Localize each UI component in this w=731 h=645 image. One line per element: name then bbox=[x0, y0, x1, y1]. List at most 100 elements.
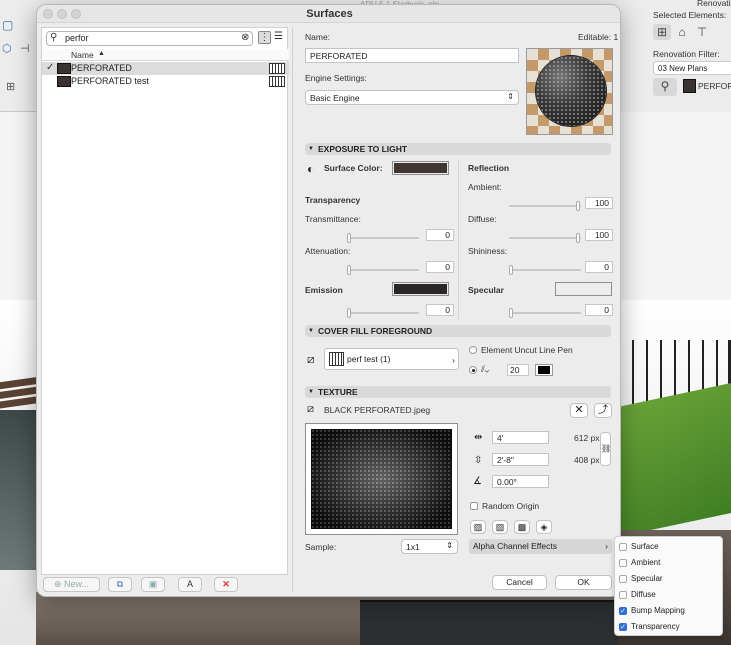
mirror-xy-icon[interactable]: ◈ bbox=[536, 520, 552, 534]
cover-fill-select[interactable]: perf test (1) › bbox=[324, 348, 459, 370]
import-icon[interactable]: ▣ bbox=[141, 577, 165, 592]
menu-item-specular[interactable]: Specular bbox=[619, 573, 719, 586]
surface-swatch bbox=[57, 63, 71, 74]
pen-number-field[interactable]: 20 bbox=[507, 364, 529, 376]
menu-checkbox[interactable] bbox=[619, 591, 627, 599]
attenuation-slider[interactable] bbox=[347, 265, 419, 275]
slider-knob[interactable] bbox=[509, 308, 513, 318]
list-item[interactable]: PERFORATED test bbox=[42, 75, 289, 88]
slider-knob[interactable] bbox=[576, 233, 580, 243]
tree-view-icon[interactable]: ⋮ bbox=[258, 31, 271, 44]
texture-height-field[interactable]: 2'-8" bbox=[492, 453, 549, 466]
pick-surface-icon[interactable]: ⚲ bbox=[653, 78, 677, 96]
menu-checkbox[interactable] bbox=[619, 575, 627, 583]
alpha-channel-menu: Surface Ambient Specular Diffuse Bump Ma… bbox=[614, 536, 723, 636]
slider-knob[interactable] bbox=[347, 233, 351, 243]
select-grid-icon[interactable]: ⊞ bbox=[653, 24, 671, 40]
specular-slider[interactable] bbox=[509, 308, 581, 318]
emission-slider[interactable] bbox=[347, 308, 419, 318]
ambient-slider[interactable] bbox=[509, 201, 581, 211]
cancel-button[interactable]: Cancel bbox=[492, 575, 547, 590]
slider-knob[interactable] bbox=[576, 201, 580, 211]
clear-search-icon[interactable]: ⊗ bbox=[241, 32, 249, 44]
ok-button[interactable]: OK bbox=[555, 575, 612, 590]
shininess-slider[interactable] bbox=[509, 265, 581, 275]
list-header[interactable]: Name ▲ bbox=[42, 49, 289, 61]
emission-color-swatch[interactable] bbox=[392, 282, 449, 296]
fill-pattern-icon bbox=[269, 76, 285, 87]
toolbar-box-icon[interactable]: ▢ bbox=[2, 18, 13, 32]
search-value: perfor bbox=[65, 33, 89, 43]
toolbar-grid-icon[interactable]: ⊞ bbox=[6, 80, 15, 93]
cover-fill-icon: ⧄ bbox=[307, 352, 315, 366]
list-item[interactable]: ✓ PERFORATED bbox=[42, 62, 289, 75]
menu-item-label: Diffuse bbox=[631, 590, 656, 599]
rename-button[interactable]: A bbox=[178, 577, 202, 592]
attenuation-field[interactable]: 0 bbox=[426, 261, 454, 273]
texture-angle-field[interactable]: 0.00° bbox=[492, 475, 549, 488]
shininess-field[interactable]: 0 bbox=[585, 261, 613, 273]
select-structure-icon[interactable]: ⊤ bbox=[693, 24, 711, 40]
menu-item-bump-mapping[interactable]: Bump Mapping bbox=[619, 605, 719, 618]
slider-knob[interactable] bbox=[347, 308, 351, 318]
menu-checkbox[interactable] bbox=[619, 543, 627, 551]
specular-field[interactable]: 0 bbox=[585, 304, 613, 316]
element-pen-radio[interactable] bbox=[469, 346, 477, 354]
menu-item-diffuse[interactable]: Diffuse bbox=[619, 589, 719, 602]
engine-settings-select[interactable]: Basic Engine ⇕ bbox=[305, 90, 519, 105]
diffuse-slider[interactable] bbox=[509, 233, 581, 243]
menu-item-surface[interactable]: Surface bbox=[619, 541, 719, 554]
transmittance-field[interactable]: 0 bbox=[426, 229, 454, 241]
transparency-label: Transparency bbox=[305, 195, 361, 205]
texture-width-field[interactable]: 4' bbox=[492, 431, 549, 444]
menu-item-ambient[interactable]: Ambient bbox=[619, 557, 719, 570]
renovation-filter-select[interactable]: 03 New Plans bbox=[653, 61, 731, 75]
left-toolbar: ▢ ⬡ ⊣ ⊞ bbox=[0, 14, 36, 104]
toolbar-stair-icon[interactable]: ⊣ bbox=[20, 42, 30, 55]
new-button[interactable]: ⊕ New... bbox=[43, 577, 100, 592]
mirror-y-icon[interactable]: ▩ bbox=[514, 520, 530, 534]
name-field[interactable]: PERFORATED bbox=[305, 48, 519, 63]
diffuse-field[interactable]: 100 bbox=[585, 229, 613, 241]
dialog-title: Surfaces bbox=[306, 8, 353, 20]
select-house-icon[interactable]: ⌂ bbox=[673, 24, 691, 40]
slider-knob[interactable] bbox=[347, 265, 351, 275]
cover-fill-section-header[interactable]: COVER FILL FOREGROUND bbox=[305, 325, 611, 337]
random-origin-checkbox[interactable] bbox=[470, 502, 478, 510]
sample-select[interactable]: 1x1 ⇕ bbox=[401, 539, 458, 554]
delete-icon[interactable]: ✕ bbox=[214, 577, 238, 592]
emission-field[interactable]: 0 bbox=[426, 304, 454, 316]
menu-checkbox[interactable] bbox=[619, 559, 627, 567]
remove-texture-icon[interactable]: ✕ bbox=[570, 403, 588, 418]
transmittance-slider[interactable] bbox=[347, 233, 419, 243]
sort-ascending-icon[interactable]: ▲ bbox=[98, 50, 105, 57]
menu-item-transparency[interactable]: Transparency bbox=[619, 621, 719, 634]
name-column-header[interactable]: Name bbox=[71, 50, 94, 60]
link-proportions-icon[interactable]: ⛓ bbox=[600, 432, 611, 466]
surface-color-label: Surface Color: bbox=[324, 163, 383, 173]
menu-checkbox[interactable] bbox=[619, 606, 627, 617]
search-input[interactable]: ⚲ perfor ⊗ bbox=[46, 31, 253, 46]
menu-checkbox[interactable] bbox=[619, 622, 627, 633]
emission-label: Emission bbox=[305, 285, 343, 295]
texture-section-header[interactable]: TEXTURE bbox=[305, 386, 611, 398]
exposure-section-header[interactable]: EXPOSURE TO LIGHT bbox=[305, 143, 611, 155]
chevron-right-icon: › bbox=[605, 541, 608, 551]
alpha-channel-button[interactable]: Alpha Channel Effects › bbox=[469, 539, 612, 554]
slider-knob[interactable] bbox=[509, 265, 513, 275]
mirror-x-icon[interactable]: ▧ bbox=[492, 520, 508, 534]
list-view-icon[interactable]: ☰ bbox=[274, 31, 283, 43]
surface-color-swatch[interactable] bbox=[392, 161, 449, 175]
custom-pen-radio[interactable] bbox=[469, 366, 477, 374]
diffuse-label: Diffuse: bbox=[468, 214, 497, 224]
mirror-none-icon[interactable]: ▨ bbox=[470, 520, 486, 534]
duplicate-icon[interactable]: ⧉ bbox=[108, 577, 132, 592]
specular-color-swatch[interactable] bbox=[555, 282, 612, 296]
title-bar[interactable]: Surfaces bbox=[37, 5, 620, 23]
load-texture-icon[interactable]: ⤴ bbox=[594, 403, 612, 418]
search-icon: ⚲ bbox=[50, 32, 58, 43]
ambient-field[interactable]: 100 bbox=[585, 197, 613, 209]
texture-width-icon: ⇹ bbox=[474, 432, 483, 443]
pen-color-swatch[interactable] bbox=[535, 364, 553, 376]
toolbar-object-icon[interactable]: ⬡ bbox=[2, 42, 12, 55]
